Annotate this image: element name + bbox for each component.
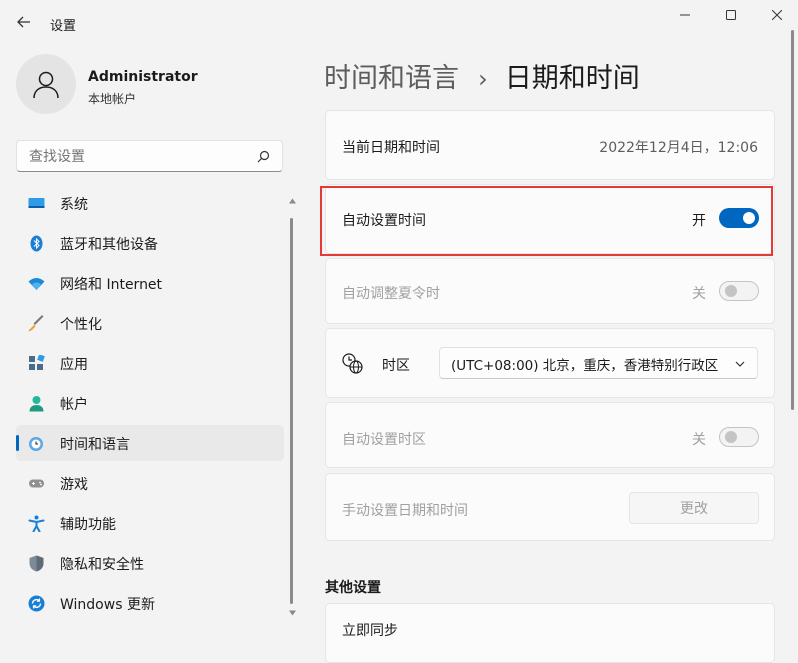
sidebar-item-gaming[interactable]: 游戏 (16, 465, 284, 501)
sidebar-item-accessibility[interactable]: 辅助功能 (16, 505, 284, 541)
search-input[interactable] (27, 146, 251, 168)
sidebar-item-label: 系统 (60, 197, 88, 213)
sync-now-label: 立即同步 (342, 623, 398, 639)
sidebar-item-privacy[interactable]: 隐私和安全性 (16, 545, 284, 581)
sidebar-item-personalization[interactable]: 个性化 (16, 305, 284, 341)
timezone-selected-value: (UTC+08:00) 北京，重庆，香港特别行政区 (451, 358, 719, 374)
accessibility-icon (28, 515, 45, 532)
chevron-down-icon (735, 361, 745, 367)
other-settings-heading: 其他设置 (325, 580, 381, 596)
sidebar-item-system[interactable]: 系统 (16, 185, 284, 221)
time-language-icon (29, 437, 43, 451)
user-icon (33, 71, 59, 99)
sidebar-scrollbar[interactable] (288, 198, 296, 620)
search-box[interactable] (16, 140, 283, 172)
sidebar-item-label: 隐私和安全性 (60, 557, 144, 573)
sidebar-item-windows-update[interactable]: Windows 更新 (16, 585, 284, 621)
breadcrumb-separator: › (478, 65, 488, 93)
sidebar-item-apps[interactable]: 应用 (16, 345, 284, 381)
manual-datetime-card: 手动设置日期和时间 更改 (325, 473, 775, 541)
sidebar-item-bluetooth[interactable]: 蓝牙和其他设备 (16, 225, 284, 261)
search-icon[interactable] (257, 150, 270, 163)
account-icon (29, 396, 44, 412)
maximize-icon (726, 10, 736, 20)
auto-dst-card: 自动调整夏令时 关 (325, 258, 775, 324)
timezone-label: 时区 (382, 358, 410, 374)
sidebar-item-network[interactable]: 网络和 Internet (16, 265, 284, 301)
current-datetime-label: 当前日期和时间 (342, 140, 440, 156)
timezone-card: 时区 (UTC+08:00) 北京，重庆，香港特别行政区 (325, 328, 775, 398)
auto-timezone-toggle[interactable] (719, 427, 759, 447)
auto-dst-state: 关 (692, 286, 706, 302)
timezone-dropdown[interactable]: (UTC+08:00) 北京，重庆，香港特别行政区 (439, 347, 758, 379)
system-display-icon (28, 198, 45, 208)
page-title: 日期和时间 (504, 63, 640, 94)
sidebar-item-label: 网络和 Internet (60, 277, 163, 293)
change-button[interactable]: 更改 (629, 492, 759, 524)
scroll-down-arrow-icon[interactable] (289, 610, 296, 616)
current-datetime-card: 当前日期和时间 2022年12月4日，12:06 (325, 110, 775, 180)
window-title: 设置 (50, 19, 77, 34)
gamepad-icon (29, 479, 44, 488)
toggle-knob (725, 431, 737, 443)
sidebar-item-label: 游戏 (60, 477, 88, 493)
sidebar-item-label: 时间和语言 (60, 437, 130, 453)
back-button[interactable] (12, 10, 36, 34)
content-scrollbar[interactable] (790, 30, 796, 410)
toggle-knob (725, 285, 737, 297)
sidebar-item-label: 蓝牙和其他设备 (60, 237, 158, 253)
sidebar-item-label: 应用 (60, 357, 88, 373)
bluetooth-icon (30, 235, 43, 252)
auto-timezone-label: 自动设置时区 (342, 432, 426, 448)
auto-dst-label: 自动调整夏令时 (342, 286, 440, 302)
avatar[interactable] (16, 54, 76, 114)
scrollbar-thumb[interactable] (290, 218, 293, 604)
auto-dst-toggle[interactable] (719, 281, 759, 301)
breadcrumb-parent[interactable]: 时间和语言 (324, 63, 459, 94)
sync-now-card: 立即同步 (325, 603, 775, 663)
minimize-button[interactable] (662, 0, 708, 30)
wifi-icon (28, 278, 45, 290)
sidebar-item-time-language[interactable]: 时间和语言 (16, 425, 284, 461)
sidebar-item-label: 个性化 (60, 317, 102, 333)
current-datetime-value: 2022年12月4日，12:06 (599, 140, 758, 156)
windows-update-icon (28, 595, 45, 612)
brush-icon (28, 315, 44, 332)
sidebar-item-accounts[interactable]: 帐户 (16, 385, 284, 421)
highlight-box (320, 186, 773, 256)
arrow-left-icon (17, 16, 30, 28)
scrollbar-thumb[interactable] (791, 30, 794, 410)
shield-icon (29, 555, 44, 572)
sidebar-item-label: Windows 更新 (60, 597, 155, 613)
breadcrumb: 时间和语言 › 日期和时间 (324, 56, 640, 96)
minimize-icon (680, 14, 690, 16)
maximize-button[interactable] (708, 0, 754, 30)
auto-timezone-state: 关 (692, 432, 706, 448)
sidebar-item-label: 帐户 (60, 397, 88, 413)
sidebar-item-label: 辅助功能 (60, 517, 116, 533)
profile-account-type: 本地帐户 (88, 92, 137, 106)
scroll-up-arrow-icon[interactable] (289, 198, 296, 204)
close-icon (772, 10, 782, 20)
auto-timezone-card: 自动设置时区 关 (325, 402, 775, 468)
apps-icon (29, 355, 45, 370)
selected-indicator (16, 435, 19, 451)
close-button[interactable] (754, 0, 798, 30)
manual-datetime-label: 手动设置日期和时间 (342, 503, 468, 519)
globe-clock-icon (342, 353, 363, 374)
profile-name: Administrator (88, 69, 198, 85)
change-button-label: 更改 (680, 501, 708, 517)
